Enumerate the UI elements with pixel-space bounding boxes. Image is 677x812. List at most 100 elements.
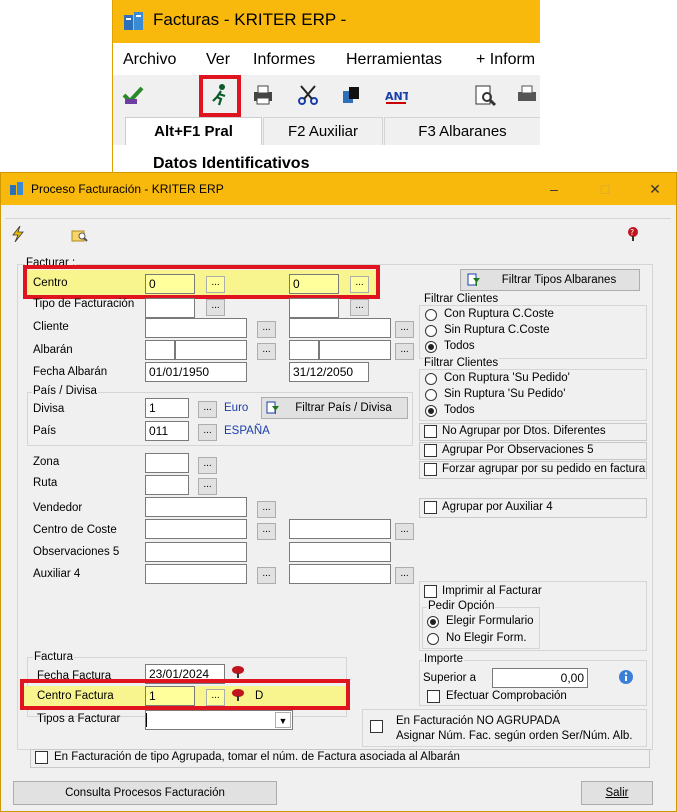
radio-sin-ruptura-ccoste[interactable] [425,325,437,337]
filtrar-pais-divisa-label: Filtrar País / Divisa [295,402,392,414]
info-icon[interactable] [618,669,634,685]
divisa-name: Euro [224,402,249,414]
pais-name: ESPAÑA [224,425,270,437]
tipo-facturacion-label: Tipo de Facturación [33,298,135,310]
radio-no-elegir-form[interactable] [427,633,439,645]
close-button[interactable]: ✕ [644,178,666,200]
pedir-opcion-label: Pedir Opción [427,600,496,612]
efectuar-checkbox[interactable] [427,690,440,703]
auxiliar4-from-lookup-button[interactable]: ... [257,567,276,584]
centro-coste-from-lookup-button[interactable]: ... [257,523,276,540]
vendedor-input[interactable] [145,497,247,517]
no-agrupada-checkbox[interactable] [370,720,383,733]
ant-icon[interactable]: ANT [384,83,408,107]
albaran-to-num-input[interactable] [319,340,391,360]
radio-sin-ruptura-pedido[interactable] [425,389,437,401]
filtrar-tipos-albaranes-button[interactable]: Filtrar Tipos Albaranes [460,269,640,291]
albaran-from-lookup-button[interactable]: ... [257,343,276,360]
tipo-facturacion-to-input[interactable] [289,298,339,318]
centro-coste-to-input[interactable] [289,519,391,539]
check-icon[interactable] [121,83,145,107]
albaran-to-lookup-button[interactable]: ... [395,343,414,360]
menu-informes[interactable]: Informes [253,51,315,69]
consulta-procesos-button[interactable]: Consulta Procesos Facturación [13,781,277,805]
radio-elegir-formulario[interactable] [427,616,439,628]
observaciones5-to-input[interactable] [289,542,391,562]
ruta-lookup-button[interactable]: ... [198,478,217,495]
pais-input[interactable]: 011 [145,421,189,441]
tipo-facturacion-from-lookup-button[interactable]: ... [206,299,225,316]
tipos-facturar-select[interactable]: ▼ [145,710,293,730]
sin-ruptura-ccoste-label: Sin Ruptura C.Coste [444,324,550,336]
printer-icon[interactable] [251,83,275,107]
agrupar-aux4-label: Agrupar por Auxiliar 4 [442,501,553,513]
lightning-icon[interactable] [11,226,25,242]
pais-divisa-group-label: País / Divisa [32,385,98,397]
auxiliar4-to-input[interactable] [289,564,391,584]
tipo-agrupada-checkbox[interactable] [35,751,48,764]
auxiliar4-to-lookup-button[interactable]: ... [395,567,414,584]
menu-informes-plus[interactable]: + Inform [476,51,535,69]
agrupar-obs5-checkbox[interactable] [424,444,437,457]
menu-ver[interactable]: Ver [206,51,230,69]
tipo-facturacion-from-input[interactable] [145,298,195,318]
no-agrupada-label-2: Asignar Núm. Fac. según orden Ser/Núm. A… [396,730,633,742]
forzar-agrupar-checkbox[interactable] [424,463,437,476]
cliente-to-input[interactable] [289,318,391,338]
cliente-from-lookup-button[interactable]: ... [257,321,276,338]
filtrar-pais-divisa-button[interactable]: Filtrar País / Divisa [261,397,408,419]
salir-button[interactable]: Salir [581,781,653,805]
scissors-icon[interactable] [296,83,320,107]
divisa-input[interactable]: 1 [145,398,189,418]
chevron-down-icon[interactable]: ▼ [275,712,291,728]
dialog-title: Proceso Facturación - KRITER ERP [31,182,224,196]
vendedor-lookup-button[interactable]: ... [257,501,276,518]
print-icon[interactable] [515,83,539,107]
no-agrupar-checkbox[interactable] [424,425,437,438]
centro-coste-from-input[interactable] [145,519,247,539]
fecha-albaran-label: Fecha Albarán [33,366,108,378]
radio-con-ruptura-pedido[interactable] [425,373,437,385]
ruta-input[interactable] [145,475,189,495]
ruta-label: Ruta [33,477,58,489]
copy-icon[interactable] [339,83,363,107]
menu-herramientas[interactable]: Herramientas [346,51,442,69]
albaran-from-num-input[interactable] [175,340,247,360]
importe-label: Importe [423,653,464,665]
cliente-from-input[interactable] [145,318,247,338]
menu-archivo[interactable]: Archivo [123,51,176,69]
help-icon[interactable] [230,665,246,679]
cliente-to-lookup-button[interactable]: ... [395,321,414,338]
zona-input[interactable] [145,453,189,473]
highlight-centro-factura [20,679,350,710]
radio-todos-ccoste[interactable] [425,341,437,353]
imprimir-checkbox[interactable] [424,585,437,598]
radio-todos-pedido[interactable] [425,405,437,417]
pais-label: País [33,425,57,437]
preview-icon[interactable] [473,83,497,107]
tab-pral[interactable]: Alt+F1 Pral [125,117,262,145]
auxiliar4-from-input[interactable] [145,564,247,584]
search-folder-icon[interactable] [71,228,88,242]
maximize-button[interactable]: □ [594,178,616,200]
fecha-albaran-from-input[interactable]: 01/01/1950 [145,362,247,382]
no-agrupada-label-1: En Facturación NO AGRUPADA [396,715,561,727]
pais-lookup-button[interactable]: ... [198,424,217,441]
divisa-lookup-button[interactable]: ... [198,401,217,418]
observaciones5-from-input[interactable] [145,542,247,562]
radio-con-ruptura-ccoste[interactable] [425,309,437,321]
tab-auxiliar[interactable]: F2 Auxiliar [263,117,383,145]
zona-lookup-button[interactable]: ... [198,457,217,474]
bg-window-title: Facturas - KRITER ERP - [153,10,347,29]
help-icon[interactable]: ? [625,226,641,242]
app-icon [10,182,23,195]
tipo-facturacion-to-lookup-button[interactable]: ... [350,299,369,316]
minimize-button[interactable]: – [543,178,565,200]
superior-a-input[interactable]: 0,00 [492,668,588,688]
albaran-to-serie-input[interactable] [289,340,319,360]
centro-coste-to-lookup-button[interactable]: ... [395,523,414,540]
fecha-albaran-to-input[interactable]: 31/12/2050 [289,362,369,382]
agrupar-aux4-checkbox[interactable] [424,501,437,514]
tab-albaranes[interactable]: F3 Albaranes [384,117,540,145]
albaran-from-serie-input[interactable] [145,340,175,360]
